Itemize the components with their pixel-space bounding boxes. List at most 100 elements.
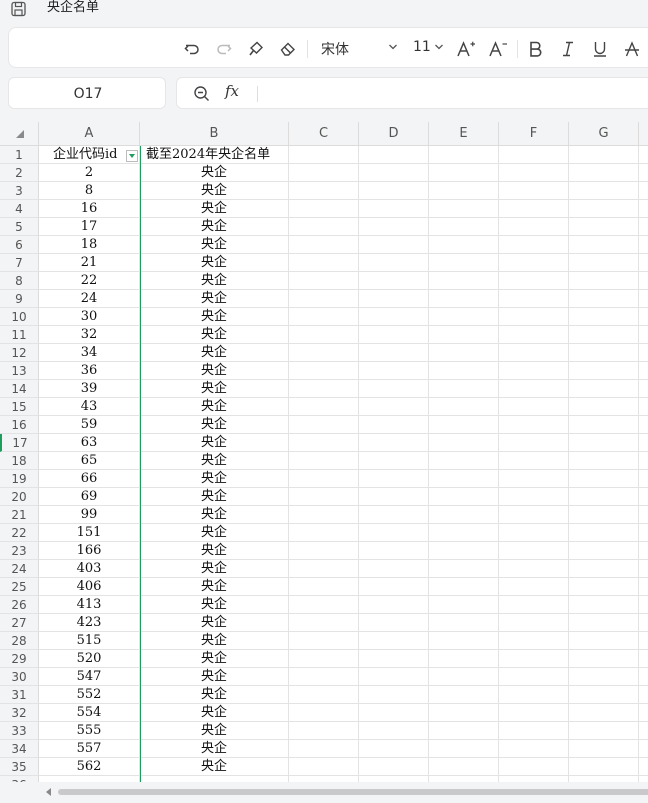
table-cell[interactable] (429, 470, 499, 488)
font-size-select[interactable]: 11 (413, 39, 431, 55)
table-cell[interactable] (359, 272, 429, 290)
table-cell[interactable] (359, 488, 429, 506)
table-cell[interactable] (289, 236, 359, 254)
cell-soe-category[interactable]: 央企 (140, 416, 289, 434)
clear-format-button[interactable] (277, 28, 299, 69)
table-cell[interactable] (429, 398, 499, 416)
row-header[interactable]: 13 (0, 362, 39, 380)
table-cell[interactable] (499, 254, 569, 272)
cell-soe-category[interactable]: 央企 (140, 236, 289, 254)
cell-soe-category[interactable]: 央企 (140, 596, 289, 614)
table-cell[interactable] (569, 200, 639, 218)
table-cell[interactable] (639, 308, 648, 326)
row-header[interactable]: 15 (0, 398, 39, 416)
table-cell[interactable] (359, 236, 429, 254)
cell-soe-category[interactable]: 央企 (140, 398, 289, 416)
table-cell[interactable] (569, 650, 639, 668)
row-header[interactable]: 2 (0, 164, 39, 182)
table-cell[interactable] (639, 488, 648, 506)
table-cell[interactable] (499, 398, 569, 416)
column-header-partial[interactable] (639, 122, 648, 146)
table-cell[interactable] (499, 452, 569, 470)
header-cell-soe-list[interactable]: 截至2024年央企名单 (140, 146, 289, 164)
cell-soe-category[interactable]: 央企 (140, 758, 289, 776)
cell-soe-category[interactable]: 央企 (140, 308, 289, 326)
table-cell[interactable] (569, 254, 639, 272)
cell-company-id[interactable]: 151 (39, 524, 140, 542)
table-cell[interactable] (359, 416, 429, 434)
table-cell[interactable] (429, 686, 499, 704)
cell-company-id[interactable]: 21 (39, 254, 140, 272)
cell-soe-category[interactable]: 央企 (140, 362, 289, 380)
table-cell[interactable] (639, 146, 648, 164)
table-cell[interactable] (499, 704, 569, 722)
table-cell[interactable] (639, 362, 648, 380)
row-header[interactable]: 22 (0, 524, 39, 542)
cell-soe-category[interactable]: 央企 (140, 452, 289, 470)
table-cell[interactable] (569, 686, 639, 704)
cell-soe-category[interactable]: 央企 (140, 290, 289, 308)
spreadsheet-grid[interactable]: A B C D E F G 1 企业代码id 截至2024年央企名单 2 2 央企 3 8 央企 4 16 央企 5 1… (0, 122, 648, 790)
row-header[interactable]: 17 (0, 434, 39, 452)
table-cell[interactable] (499, 470, 569, 488)
table-cell[interactable] (569, 182, 639, 200)
table-cell[interactable] (289, 686, 359, 704)
table-cell[interactable] (499, 146, 569, 164)
cell-company-id[interactable]: 34 (39, 344, 140, 362)
table-cell[interactable] (639, 740, 648, 758)
cell-soe-category[interactable]: 央企 (140, 740, 289, 758)
cell-company-id[interactable]: 59 (39, 416, 140, 434)
table-cell[interactable] (429, 326, 499, 344)
row-header[interactable]: 27 (0, 614, 39, 632)
row-header[interactable]: 23 (0, 542, 39, 560)
table-cell[interactable] (499, 416, 569, 434)
table-cell[interactable] (639, 506, 648, 524)
table-cell[interactable] (289, 326, 359, 344)
table-cell[interactable] (569, 722, 639, 740)
table-cell[interactable] (289, 740, 359, 758)
table-cell[interactable] (499, 326, 569, 344)
table-cell[interactable] (289, 506, 359, 524)
table-cell[interactable] (289, 272, 359, 290)
table-cell[interactable] (429, 308, 499, 326)
row-header[interactable]: 25 (0, 578, 39, 596)
table-cell[interactable] (429, 596, 499, 614)
column-header-c[interactable]: C (289, 122, 359, 146)
table-cell[interactable] (359, 200, 429, 218)
table-cell[interactable] (289, 452, 359, 470)
table-cell[interactable] (639, 470, 648, 488)
row-header[interactable]: 10 (0, 308, 39, 326)
strikethrough-button[interactable] (621, 28, 643, 69)
italic-button[interactable] (557, 28, 579, 69)
font-name-select[interactable]: 宋体 (321, 39, 349, 59)
cell-company-id[interactable]: 43 (39, 398, 140, 416)
table-cell[interactable] (359, 704, 429, 722)
row-header[interactable]: 34 (0, 740, 39, 758)
table-cell[interactable] (499, 434, 569, 452)
table-cell[interactable] (639, 182, 648, 200)
table-cell[interactable] (639, 686, 648, 704)
row-header[interactable]: 16 (0, 416, 39, 434)
cell-company-id[interactable]: 406 (39, 578, 140, 596)
table-cell[interactable] (639, 326, 648, 344)
table-cell[interactable] (499, 308, 569, 326)
table-cell[interactable] (429, 218, 499, 236)
table-cell[interactable] (569, 524, 639, 542)
table-cell[interactable] (569, 362, 639, 380)
cell-company-id[interactable]: 69 (39, 488, 140, 506)
table-cell[interactable] (569, 506, 639, 524)
cell-soe-category[interactable]: 央企 (140, 542, 289, 560)
row-header[interactable]: 18 (0, 452, 39, 470)
row-header[interactable]: 3 (0, 182, 39, 200)
table-cell[interactable] (639, 758, 648, 776)
table-cell[interactable] (569, 560, 639, 578)
table-cell[interactable] (429, 578, 499, 596)
cell-soe-category[interactable]: 央企 (140, 668, 289, 686)
table-cell[interactable] (359, 650, 429, 668)
table-cell[interactable] (289, 470, 359, 488)
table-cell[interactable] (289, 560, 359, 578)
table-cell[interactable] (639, 272, 648, 290)
table-cell[interactable] (359, 614, 429, 632)
underline-button[interactable] (589, 28, 611, 69)
table-cell[interactable] (639, 650, 648, 668)
